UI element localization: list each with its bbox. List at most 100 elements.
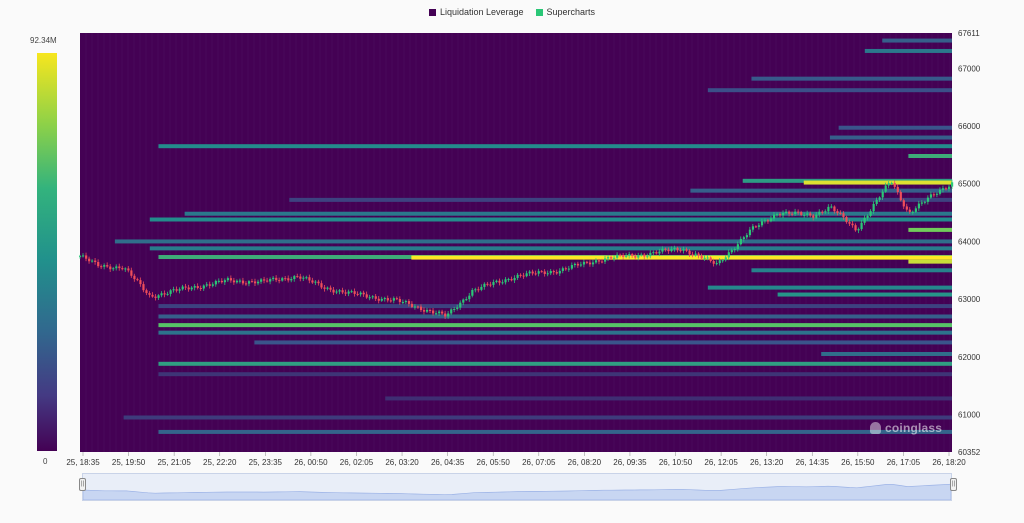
candle-body [486,283,489,285]
x-tick-label: 26, 17:05 [887,458,921,467]
candle-body [468,295,471,300]
candle-body [658,251,661,254]
candle-body [815,214,818,218]
candle-body [673,247,676,250]
candle-body [830,206,833,208]
candle-body [462,299,465,303]
liquidation-band [158,323,953,328]
candle-body [407,301,411,304]
candle-body [890,182,893,184]
candle-body [905,206,908,210]
candle-body [625,255,628,258]
candle-body [812,215,815,218]
candle-body [926,197,930,202]
candle-body [591,262,595,265]
liquidation-band [777,292,952,297]
candle-body [712,261,715,264]
candle-body [235,280,239,283]
candle-body [136,279,139,281]
candle-body [691,254,694,256]
candle-body [920,202,924,204]
navigator-left-handle[interactable]: || [79,478,86,491]
candle-body [588,262,592,265]
candle-body [139,280,142,285]
candle-body [655,252,658,254]
candle-body [320,283,323,288]
candle-body [631,254,634,257]
candle-body [254,281,257,284]
candle-body [628,254,631,256]
candle-body [854,225,857,231]
candle-body [724,257,727,261]
liquidation-band [908,154,952,159]
candle-body [368,297,371,299]
candle-body [205,284,208,286]
candle-body [281,278,284,281]
liquidation-band [158,429,953,434]
candle-body [178,289,181,291]
candle-body [471,289,474,296]
candle-body [465,299,468,301]
candle-body [151,294,154,297]
candle-body [763,220,767,222]
candle-body [386,298,389,301]
candle-body [878,197,881,200]
candle-body [413,306,417,308]
navigator-right-handle[interactable]: || [950,478,957,491]
candle-body [392,298,395,301]
candle-body [917,203,921,209]
x-tick-label: 25, 22:20 [203,458,237,467]
candle-body [564,268,567,270]
candle-body [667,249,670,252]
candle-body [133,275,136,280]
candle-body [893,182,896,187]
candle-body [643,254,646,257]
candle-body [872,203,875,212]
candle-body [425,309,429,312]
liquidation-band [158,314,953,319]
candle-body [540,271,543,273]
liquidation-band [707,88,952,93]
candle-body [809,213,812,216]
candle-body [863,217,866,223]
heatmap-chart[interactable]: 67611 67000 66000 65000 64000 63000 62000 61000… [0,0,1024,523]
candle-body [661,248,664,252]
liquidation-band [158,304,953,309]
candle-body [935,193,939,195]
candle-body [118,266,121,269]
candle-body [679,250,682,252]
candle-body [82,255,85,257]
candle-body [103,265,106,267]
candle-body [199,287,202,289]
candle-body [456,307,459,310]
candle-body [435,313,438,315]
y-tick-label: 65000 [958,180,981,189]
candle-body [314,281,317,283]
y-axis: 67611 67000 66000 65000 64000 63000 62000 61000… [958,29,981,457]
candle-body [827,206,830,212]
candle-body [597,260,601,262]
candle-body [365,294,368,298]
liquidation-band [254,340,952,345]
candle-body [932,194,936,196]
range-navigator[interactable] [82,473,952,501]
candle-body [250,281,254,283]
candle-body [410,303,414,307]
candle-body [688,250,691,255]
candle-body [480,286,483,290]
candle-body [416,306,420,308]
candle-body [887,183,890,186]
x-tick-label: 26, 04:35 [431,458,465,467]
y-tick-label: 67000 [958,64,981,73]
x-tick-label: 25, 19:50 [112,458,146,467]
candle-body [845,217,848,223]
liquidation-band [411,255,952,260]
x-tick-label: 26, 07:05 [522,458,556,467]
candle-body [238,280,242,282]
candle-body [302,277,305,279]
candle-body [335,291,338,293]
candle-body [881,191,884,198]
candle-body [359,292,362,295]
navigator-series [83,483,951,500]
candle-body [453,309,456,311]
